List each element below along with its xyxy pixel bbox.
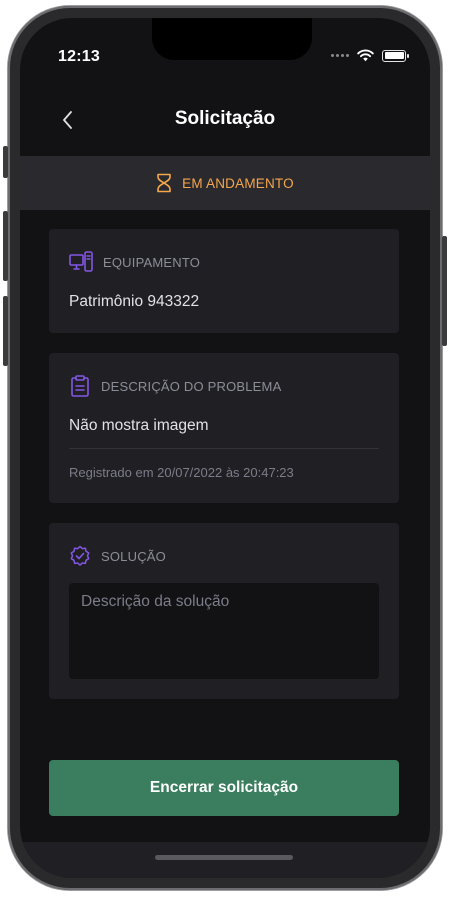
- hourglass-icon: [157, 173, 171, 193]
- divider: [69, 448, 379, 449]
- volume-down-button: [3, 296, 8, 366]
- status-icons: [331, 49, 409, 62]
- equipment-value: Patrimônio 943322: [69, 293, 200, 310]
- home-indicator: [155, 855, 293, 860]
- seal-check-icon: [70, 545, 90, 566]
- desktop-mobile-icon: [69, 251, 93, 272]
- problem-heading: DESCRIÇÃO DO PROBLEMA: [69, 375, 281, 397]
- screen: 12:13 Solicitação EM ANDAMENTO EQUIPAMEN…: [20, 18, 430, 878]
- volume-up-button: [3, 211, 8, 281]
- close-request-button[interactable]: Encerrar solicitação: [49, 760, 399, 816]
- equipment-label: EQUIPAMENTO: [103, 254, 201, 270]
- equipment-card: EQUIPAMENTO Patrimônio 943322: [49, 229, 399, 333]
- mute-switch: [3, 146, 8, 178]
- notch: [152, 18, 312, 60]
- phone-frame: 12:13 Solicitação EM ANDAMENTO EQUIPAMEN…: [3, 6, 447, 890]
- problem-card: DESCRIÇÃO DO PROBLEMA Não mostra imagem …: [49, 353, 399, 503]
- status-time: 12:13: [58, 48, 100, 65]
- problem-value: Não mostra imagem: [69, 417, 209, 434]
- signal-icon: [331, 54, 349, 57]
- problem-label: DESCRIÇÃO DO PROBLEMA: [101, 378, 282, 394]
- bottom-bar: [20, 842, 430, 878]
- header: Solicitação: [20, 100, 430, 140]
- solution-label: SOLUÇÃO: [101, 548, 166, 564]
- solution-input[interactable]: [69, 583, 379, 679]
- solution-card: SOLUÇÃO: [49, 523, 399, 699]
- power-button: [442, 236, 447, 346]
- status-badge: EM ANDAMENTO: [182, 175, 294, 191]
- wifi-icon: [357, 49, 374, 62]
- clipboard-icon: [71, 375, 89, 397]
- page-title: Solicitação: [174, 108, 276, 129]
- battery-icon: [382, 49, 409, 62]
- equipment-heading: EQUIPAMENTO: [69, 251, 200, 273]
- solution-heading: SOLUÇÃO: [69, 545, 166, 567]
- registered-timestamp: Registrado em 20/07/2022 às 20:47:23: [69, 465, 294, 480]
- status-banner: EM ANDAMENTO: [20, 156, 430, 210]
